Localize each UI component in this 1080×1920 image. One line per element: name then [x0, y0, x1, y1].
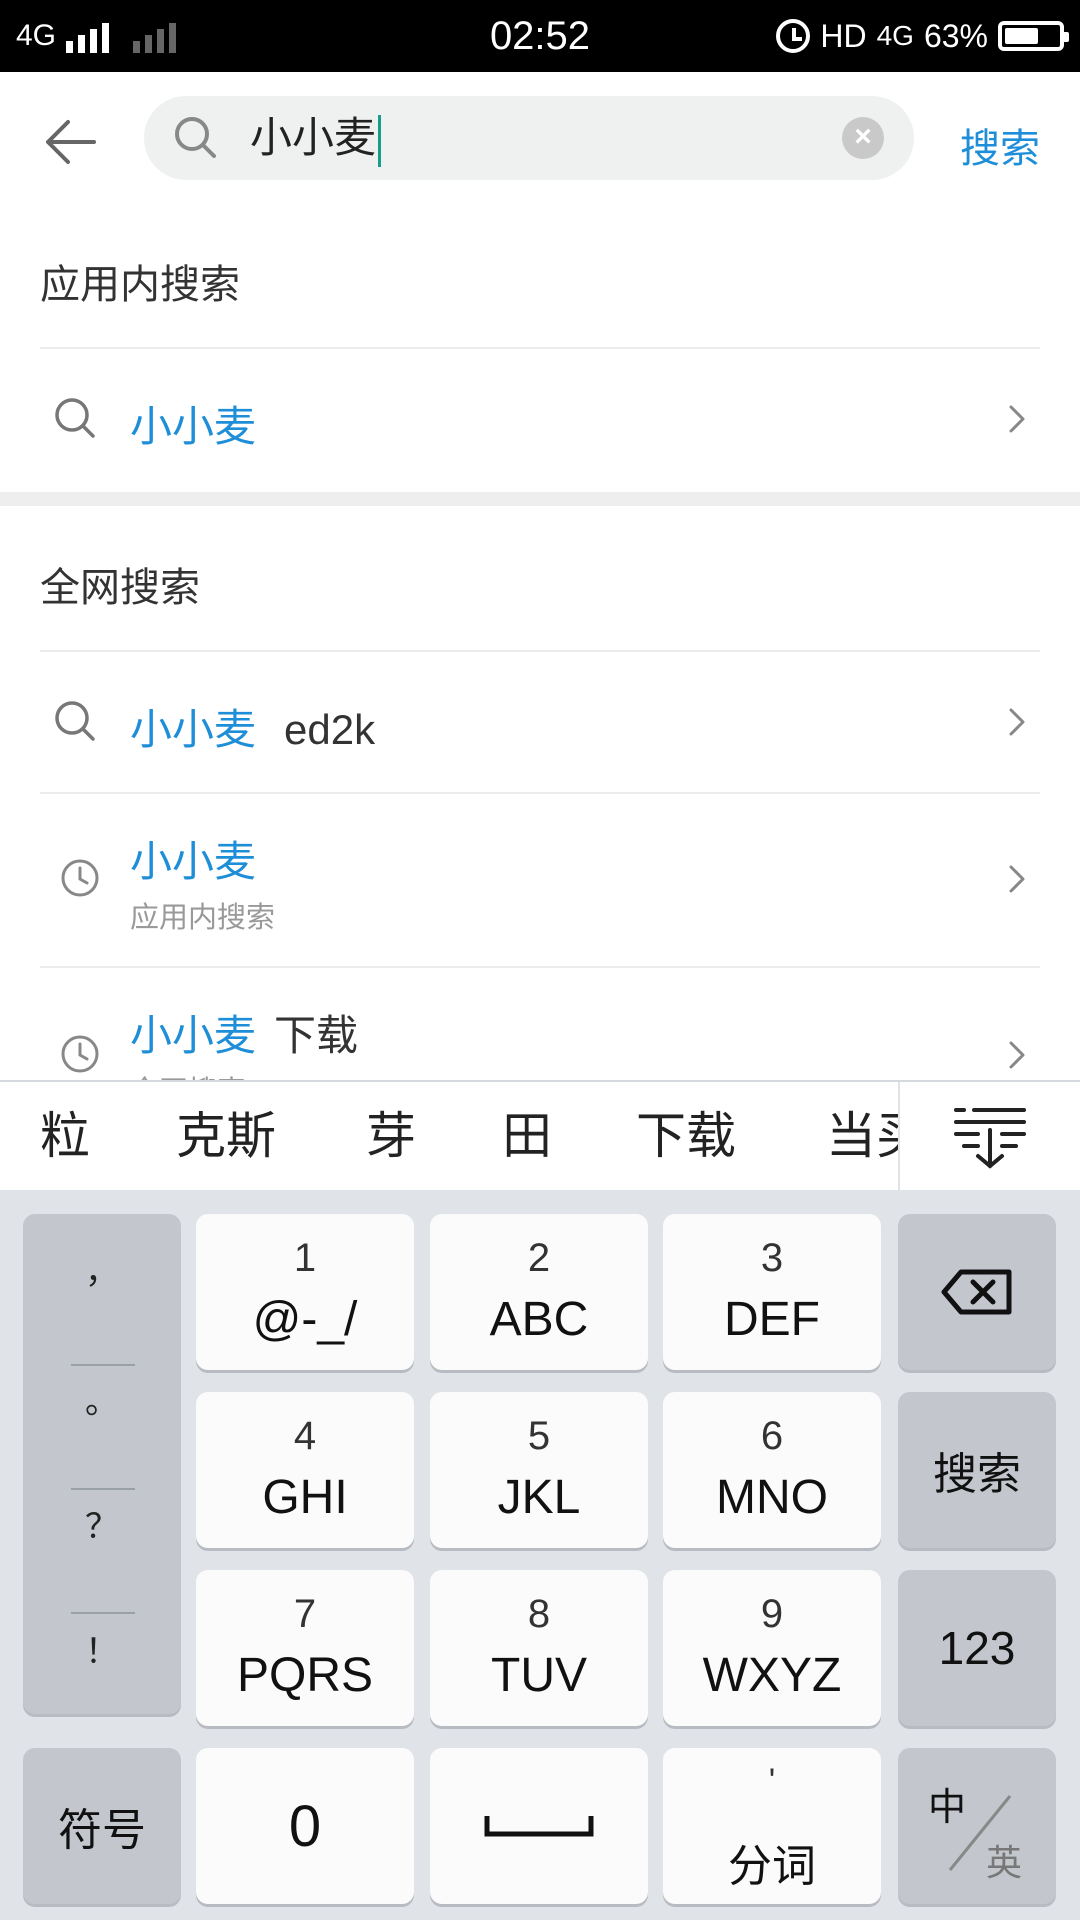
collapse-keyboard-icon — [954, 1108, 1026, 1169]
search-icon — [55, 398, 95, 438]
chevron-right-icon — [1009, 708, 1025, 736]
search-key-label: 搜索 — [933, 1450, 1021, 1499]
key-number: 6 — [760, 1414, 784, 1458]
network-type-2: 4G — [876, 20, 914, 51]
key-number: 2 — [527, 1236, 551, 1280]
key-number: 3 — [760, 1236, 784, 1280]
battery-icon — [998, 21, 1069, 51]
web-search-title: 全网搜索 — [40, 566, 200, 610]
search-icon — [55, 701, 95, 741]
punctuation-column[interactable]: ， 。 ？ ！ — [23, 1214, 181, 1714]
in-app-result-label: 小小麦 — [130, 403, 257, 450]
search-query-text: 小小麦 — [250, 96, 382, 180]
key-3[interactable]: 3 DEF — [663, 1214, 881, 1370]
key-6[interactable]: 6 MNO — [663, 1392, 881, 1548]
symbol-key-label: 符号 — [58, 1806, 146, 1855]
key-letters: MNO — [716, 1471, 828, 1524]
separator — [71, 1364, 135, 1366]
search-input[interactable]: 小小麦 × — [144, 96, 914, 180]
separator — [71, 1488, 135, 1490]
separator — [71, 1612, 135, 1614]
chevron-right-icon — [1009, 1041, 1025, 1069]
key-letters: WXYZ — [702, 1649, 842, 1702]
in-app-search-title: 应用内搜索 — [40, 263, 240, 307]
candidate-word[interactable]: 田 — [502, 1082, 552, 1190]
hd-label: HD — [820, 17, 867, 54]
search-header: 小小麦 × 搜索 — [0, 72, 1080, 204]
key-4[interactable]: 4 GHI — [196, 1392, 414, 1548]
status-right: HD 4G 63% — [776, 0, 1069, 72]
in-app-result-row[interactable]: 小小麦 — [0, 349, 1080, 489]
separator-label: 分词 — [728, 1842, 816, 1891]
key-number: 9 — [760, 1592, 784, 1636]
keyboard: ， 。 ？ ！ 1 @-_/ 2 ABC 3 DEF 4 GHI 5 JKL 6… — [0, 1190, 1080, 1920]
history-row[interactable]: 小小麦下载 全网搜索 — [0, 968, 1080, 1080]
space-icon — [484, 1816, 594, 1837]
collapse-keyboard-button[interactable] — [898, 1082, 1080, 1190]
history-source: 全网搜索 — [130, 1068, 246, 1080]
text-caret — [378, 114, 382, 167]
separator-key[interactable]: ' 分词 — [663, 1748, 881, 1904]
key-letters: DEF — [724, 1293, 820, 1346]
key-letters: JKL — [497, 1471, 581, 1524]
space-key[interactable] — [430, 1748, 648, 1904]
section-separator — [0, 492, 1080, 506]
number-mode-label: 123 — [938, 1622, 1016, 1674]
battery-percent: 63% — [923, 17, 988, 54]
candidate-word[interactable]: 粒 — [40, 1082, 90, 1190]
symbol-key[interactable]: 符号 — [23, 1748, 181, 1904]
candidate-word[interactable]: 下载 — [636, 1082, 736, 1190]
lang-en-label: 英 — [986, 1842, 1023, 1883]
key-0[interactable]: 0 — [196, 1748, 414, 1904]
web-result-row[interactable]: 小小麦 ed2k — [0, 652, 1080, 792]
search-key[interactable]: 搜索 — [898, 1392, 1056, 1548]
key-5[interactable]: 5 JKL — [430, 1392, 648, 1548]
key-2[interactable]: 2 ABC — [430, 1214, 648, 1370]
history-clock-icon — [61, 859, 99, 897]
clear-input-icon[interactable]: × — [842, 117, 884, 159]
key-number: 5 — [527, 1414, 551, 1458]
backspace-icon — [941, 1269, 1012, 1315]
status-bar: 4G 02:52 HD 4G 63% — [0, 0, 1080, 72]
key-number: 8 — [527, 1592, 551, 1636]
key-number: 1 — [293, 1236, 317, 1280]
search-icon — [175, 117, 216, 158]
key-1[interactable]: 1 @-_/ — [196, 1214, 414, 1370]
web-result-label: 小小麦 ed2k — [130, 706, 376, 753]
language-switch-key[interactable]: 中 英 — [898, 1748, 1056, 1904]
period-key[interactable]: 。 — [23, 1374, 181, 1423]
question-key[interactable]: ？ — [23, 1499, 181, 1548]
key-7[interactable]: 7 PQRS — [196, 1570, 414, 1726]
key-number: 7 — [293, 1592, 317, 1636]
history-source: 应用内搜索 — [130, 902, 276, 934]
search-submit-button[interactable]: 搜索 — [960, 116, 1040, 174]
comma-key[interactable]: ， — [23, 1244, 181, 1293]
key-letters: GHI — [262, 1471, 348, 1524]
back-arrow-icon[interactable] — [40, 112, 100, 172]
chevron-right-icon — [1009, 405, 1025, 433]
alarm-icon — [776, 19, 811, 53]
zero-key-label: 0 — [288, 1793, 322, 1859]
key-number: 4 — [293, 1414, 317, 1458]
exclamation-key[interactable]: ！ — [23, 1624, 181, 1673]
number-mode-key[interactable]: 123 — [898, 1570, 1056, 1726]
key-letters: TUV — [491, 1649, 587, 1702]
key-9[interactable]: 9 WXYZ — [663, 1570, 881, 1726]
candidate-word[interactable]: 克斯 — [176, 1082, 276, 1190]
candidate-word[interactable]: 芽 — [366, 1082, 416, 1190]
key-letters: ABC — [489, 1293, 589, 1346]
history-row[interactable]: 小小麦 应用内搜索 — [0, 794, 1080, 966]
key-letters: @-_/ — [252, 1293, 358, 1346]
candidate-bar: 粒 克斯 芽 田 下载 当买 — [0, 1080, 1080, 1190]
backspace-key[interactable] — [898, 1214, 1056, 1370]
separator-mark: ' — [768, 1762, 776, 1800]
history-clock-icon — [61, 1035, 99, 1073]
key-letters: PQRS — [236, 1649, 374, 1702]
history-extra: 下载 — [274, 1012, 359, 1059]
web-result-extra: ed2k — [284, 706, 376, 753]
chevron-right-icon — [1009, 865, 1025, 893]
key-8[interactable]: 8 TUV — [430, 1570, 648, 1726]
history-label: 小小麦 下载 — [130, 1012, 359, 1059]
history-label: 小小麦 — [130, 838, 257, 885]
